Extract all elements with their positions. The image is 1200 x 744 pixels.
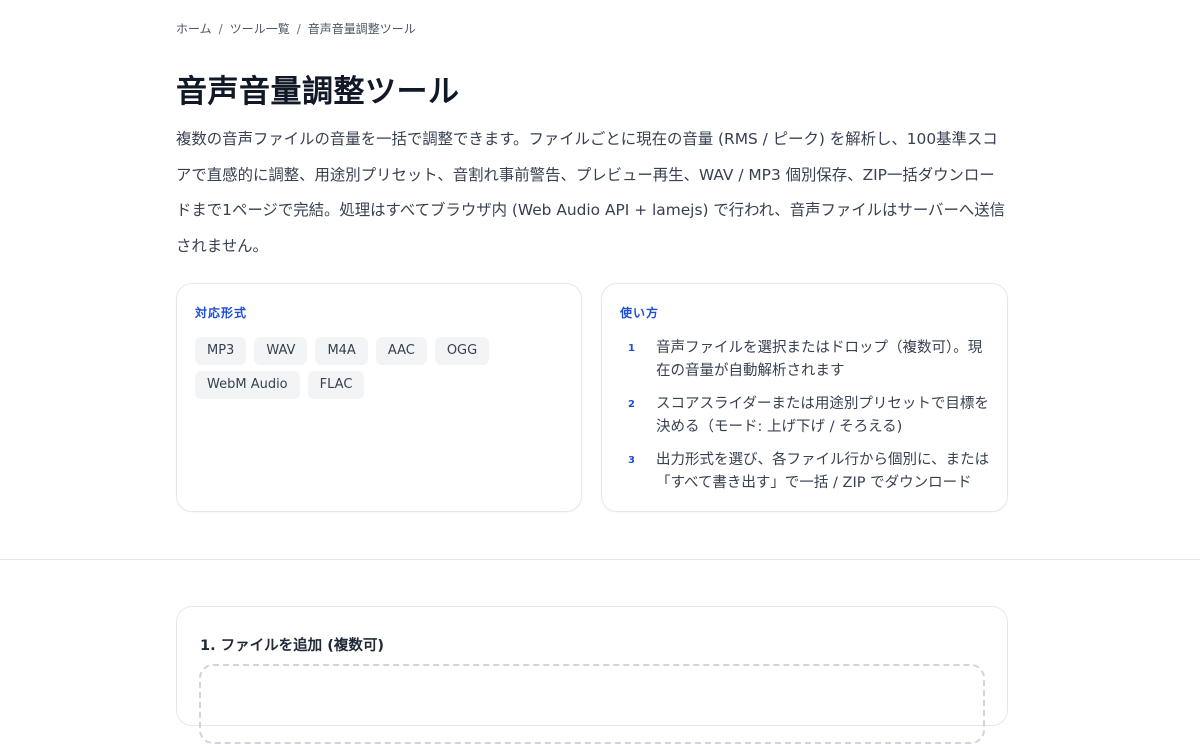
section-divider xyxy=(0,559,1200,560)
format-tag-list: MP3 WAV M4A AAC OGG WebM Audio FLAC xyxy=(195,337,565,399)
supported-formats-title: 対応形式 xyxy=(195,306,248,320)
format-tag-aac: AAC xyxy=(375,337,427,365)
format-tag-m4a: M4A xyxy=(315,337,368,365)
breadcrumb-separator: / xyxy=(296,22,301,36)
page-description: 複数の音声ファイルの音量を一括で調整できます。ファイルごとに現在の音量 (RMS… xyxy=(176,130,1006,255)
page-title: 音声音量調整ツール xyxy=(176,74,460,110)
format-tag-flac: FLAC xyxy=(307,371,365,399)
step-number: 3 xyxy=(628,455,635,466)
step-number: 1 xyxy=(628,343,635,354)
breadcrumb-current: 音声音量調整ツール xyxy=(307,22,416,36)
breadcrumb-tools-link[interactable]: ツール一覧 xyxy=(230,22,290,36)
how-to-step: 1 音声ファイルを選択またはドロップ（複数可）。現在の音量が自動解析されます xyxy=(624,337,994,382)
step-text: 出力形式を選び、各ファイル行から個別に、または「すべて書き出す」で一括 / ZI… xyxy=(656,452,990,491)
step-number: 2 xyxy=(628,399,635,410)
breadcrumb-home-link[interactable]: ホーム xyxy=(176,22,212,36)
format-tag-webm-audio: WebM Audio xyxy=(195,371,300,399)
step-text: 音声ファイルを選択またはドロップ（複数可）。現在の音量が自動解析されます xyxy=(656,340,983,379)
breadcrumb-separator: / xyxy=(218,22,223,36)
supported-formats-card: 対応形式 MP3 WAV M4A AAC OGG WebM Audio FLAC xyxy=(176,283,582,512)
how-to-steps: 1 音声ファイルを選択またはドロップ（複数可）。現在の音量が自動解析されます 2… xyxy=(624,337,994,505)
format-tag-wav: WAV xyxy=(254,337,308,365)
step-text: スコアスライダーまたは用途別プリセットで目標を決める（モード: 上げ下げ / そ… xyxy=(656,396,989,435)
how-to-use-card: 使い方 1 音声ファイルを選択またはドロップ（複数可）。現在の音量が自動解析され… xyxy=(601,283,1008,512)
how-to-step: 2 スコアスライダーまたは用途別プリセットで目標を決める（モード: 上げ下げ /… xyxy=(624,393,994,438)
breadcrumb: ホーム / ツール一覧 / 音声音量調整ツール xyxy=(176,20,416,37)
format-tag-ogg: OGG xyxy=(434,337,490,365)
how-to-step: 3 出力形式を選び、各ファイル行から個別に、または「すべて書き出す」で一括 / … xyxy=(624,449,994,494)
file-upload-title: 1. ファイルを追加 (複数可) xyxy=(200,638,384,654)
how-to-use-title: 使い方 xyxy=(620,306,660,320)
file-upload-card: 1. ファイルを追加 (複数可) xyxy=(176,606,1008,744)
format-tag-mp3: MP3 xyxy=(195,337,247,365)
file-dropzone[interactable] xyxy=(199,664,985,744)
